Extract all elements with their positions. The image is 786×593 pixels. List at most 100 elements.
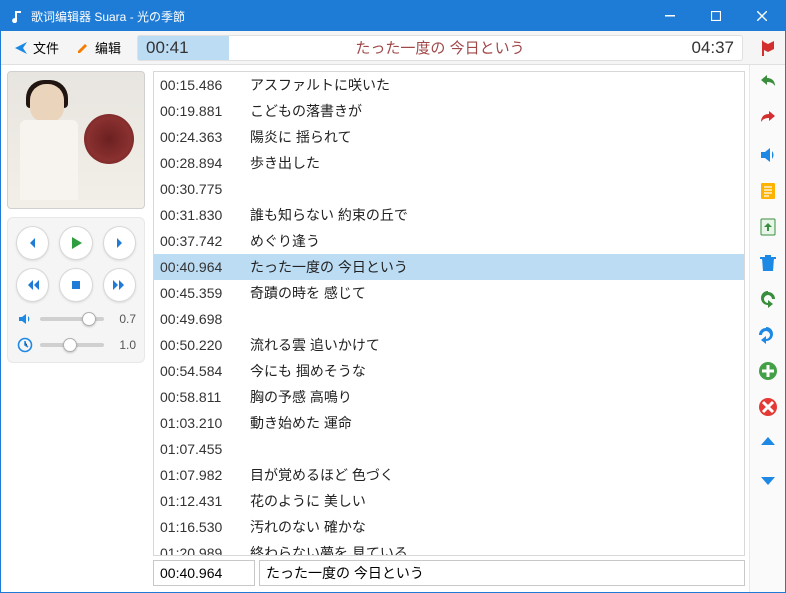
lyric-text: 歩き出した xyxy=(250,152,738,174)
lyric-text xyxy=(250,178,738,200)
lyric-text: 流れる雲 追いかけて xyxy=(250,334,738,356)
undo-icon[interactable] xyxy=(756,71,780,95)
app-window: 歌词编辑器 Suara - 光の季節 文件 编辑 00:41 たった一度の 今日… xyxy=(0,0,786,593)
lyric-row[interactable]: 00:28.894歩き出した xyxy=(154,150,744,176)
redo-icon[interactable] xyxy=(756,107,780,131)
lyric-text: 動き始めた 運命 xyxy=(250,412,738,434)
lyric-timestamp: 00:54.584 xyxy=(160,360,250,382)
forward-button[interactable] xyxy=(103,268,136,302)
lyric-timestamp: 00:40.964 xyxy=(160,256,250,278)
lyric-row[interactable]: 00:19.881こどもの落書きが xyxy=(154,98,744,124)
lyric-timestamp: 01:16.530 xyxy=(160,516,250,538)
lyric-row[interactable]: 01:07.455 xyxy=(154,436,744,462)
speed-value: 1.0 xyxy=(110,338,136,352)
center-panel: 00:15.486アスファルトに咲いた00:19.881こどもの落書きが00:2… xyxy=(151,65,749,592)
lyric-text: めぐり逢う xyxy=(250,230,738,252)
lyric-timestamp: 00:28.894 xyxy=(160,152,250,174)
lyric-row[interactable]: 00:50.220流れる雲 追いかけて xyxy=(154,332,744,358)
lyric-row[interactable]: 00:30.775 xyxy=(154,176,744,202)
minimize-button[interactable] xyxy=(647,1,693,31)
lyric-row[interactable]: 00:15.486アスファルトに咲いた xyxy=(154,72,744,98)
lyric-timestamp: 01:07.455 xyxy=(160,438,250,460)
clock-icon xyxy=(16,336,34,354)
lyric-timestamp: 00:58.811 xyxy=(160,386,250,408)
lyric-row[interactable]: 00:24.363陽炎に 揺られて xyxy=(154,124,744,150)
lyric-text: 目が覚めるほど 色づく xyxy=(250,464,738,486)
volume-value: 0.7 xyxy=(110,312,136,326)
lyric-row[interactable]: 01:03.210動き始めた 運命 xyxy=(154,410,744,436)
lyric-timestamp: 01:12.431 xyxy=(160,490,250,512)
window-title: 歌词编辑器 Suara - 光の季節 xyxy=(31,8,647,25)
pencil-icon xyxy=(75,40,91,56)
lyric-text: 花のように 美しい xyxy=(250,490,738,512)
menu-file-label: 文件 xyxy=(33,38,59,57)
undo-green-icon[interactable] xyxy=(756,287,780,311)
right-toolbar xyxy=(749,65,785,592)
close-button[interactable] xyxy=(739,1,785,31)
album-art xyxy=(7,71,145,209)
stop-button[interactable] xyxy=(59,268,92,302)
lyric-row[interactable]: 01:20.989終わらない夢を 見ている xyxy=(154,540,744,556)
timestamp-input[interactable] xyxy=(153,560,255,586)
lyric-text: 胸の予感 高鳴り xyxy=(250,386,738,408)
lyric-text: 今にも 掴めそうな xyxy=(250,360,738,382)
next-button[interactable] xyxy=(103,226,136,260)
progress-bar[interactable]: 00:41 たった一度の 今日という 04:37 xyxy=(137,35,743,61)
remove-icon[interactable] xyxy=(756,395,780,419)
lyric-timestamp: 00:31.830 xyxy=(160,204,250,226)
menu-edit-label: 编辑 xyxy=(95,38,121,57)
lyric-text: 終わらない夢を 見ている xyxy=(250,542,738,556)
lyric-text: 誰も知らない 約束の丘で xyxy=(250,204,738,226)
maximize-button[interactable] xyxy=(693,1,739,31)
lyric-row[interactable]: 00:45.359奇蹟の時を 感じて xyxy=(154,280,744,306)
lyric-text: アスファルトに咲いた xyxy=(250,74,738,96)
trash-icon[interactable] xyxy=(756,251,780,275)
menu-file[interactable]: 文件 xyxy=(7,36,65,59)
lyric-timestamp: 01:07.982 xyxy=(160,464,250,486)
lyric-row[interactable]: 00:49.698 xyxy=(154,306,744,332)
lyric-row[interactable]: 00:31.830誰も知らない 約束の丘で xyxy=(154,202,744,228)
toolbar: 文件 编辑 00:41 たった一度の 今日という 04:37 xyxy=(1,31,785,65)
lyric-timestamp: 00:50.220 xyxy=(160,334,250,356)
lyric-row[interactable]: 01:16.530汚れのない 確かな xyxy=(154,514,744,540)
lyric-row[interactable]: 00:58.811胸の予感 高鳴り xyxy=(154,384,744,410)
current-time: 00:41 xyxy=(138,38,189,58)
lyric-timestamp: 00:19.881 xyxy=(160,100,250,122)
lyric-row[interactable]: 00:40.964たった一度の 今日という xyxy=(154,254,744,280)
lyric-text: 奇蹟の時を 感じて xyxy=(250,282,738,304)
redo-blue-icon[interactable] xyxy=(756,323,780,347)
move-down-icon[interactable] xyxy=(756,467,780,491)
titlebar: 歌词编辑器 Suara - 光の季節 xyxy=(1,1,785,31)
lyric-list[interactable]: 00:15.486アスファルトに咲いた00:19.881こどもの落書きが00:2… xyxy=(153,71,745,556)
flag-icon[interactable] xyxy=(757,37,779,59)
lyric-row[interactable]: 00:54.584今にも 掴めそうな xyxy=(154,358,744,384)
lyric-text-input[interactable] xyxy=(259,560,745,586)
audio-icon[interactable] xyxy=(756,143,780,167)
lyric-text xyxy=(250,308,738,330)
lyric-timestamp: 01:03.210 xyxy=(160,412,250,434)
menu-edit[interactable]: 编辑 xyxy=(69,36,127,59)
speed-slider[interactable]: 1.0 xyxy=(16,336,136,354)
lyric-timestamp: 00:49.698 xyxy=(160,308,250,330)
import-icon[interactable] xyxy=(756,215,780,239)
lyric-row[interactable]: 01:07.982目が覚めるほど 色づく xyxy=(154,462,744,488)
left-panel: 0.7 1.0 xyxy=(1,65,151,592)
play-button[interactable] xyxy=(59,226,92,260)
lyric-text: こどもの落書きが xyxy=(250,100,738,122)
body: 0.7 1.0 00:15.486アスファルトに咲いた00:19.881こどもの… xyxy=(1,65,785,592)
lyric-text xyxy=(250,438,738,460)
add-icon[interactable] xyxy=(756,359,780,383)
move-up-icon[interactable] xyxy=(756,431,780,455)
rewind-button[interactable] xyxy=(16,268,49,302)
lyric-row[interactable]: 00:37.742めぐり逢う xyxy=(154,228,744,254)
lyric-row[interactable]: 01:12.431花のように 美しい xyxy=(154,488,744,514)
lyric-text: たった一度の 今日という xyxy=(250,256,738,278)
app-icon xyxy=(9,8,25,24)
volume-icon xyxy=(16,310,34,328)
lyric-text: 汚れのない 確かな xyxy=(250,516,738,538)
prev-button[interactable] xyxy=(16,226,49,260)
lyric-timestamp: 00:37.742 xyxy=(160,230,250,252)
lyric-timestamp: 00:30.775 xyxy=(160,178,250,200)
volume-slider[interactable]: 0.7 xyxy=(16,310,136,328)
document-icon[interactable] xyxy=(756,179,780,203)
